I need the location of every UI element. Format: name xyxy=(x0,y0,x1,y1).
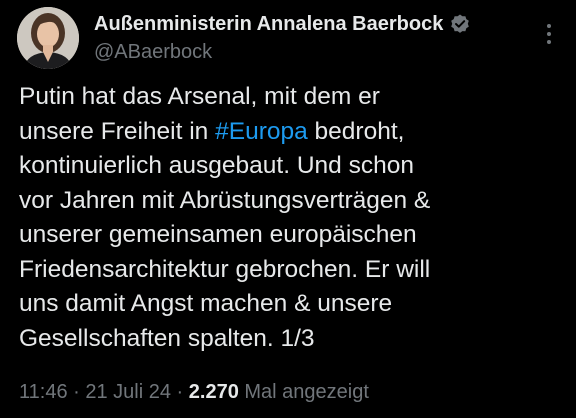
tweet-text-line: vor Jahren mit Abrüstungsverträgen & xyxy=(19,184,539,219)
tweet-text-line: unsere Freiheit in #Europa bedroht, xyxy=(19,115,539,150)
tweet-text-segment: kontinuierlich ausgebaut. Und schon xyxy=(19,152,414,179)
author-header: Außenministerin Annalena Baerbock @ABaer… xyxy=(94,10,471,64)
display-name[interactable]: Außenministerin Annalena Baerbock xyxy=(94,13,443,36)
hashtag-link[interactable]: #Europa xyxy=(215,118,308,145)
handle[interactable]: @ABaerbock xyxy=(94,41,471,64)
separator: · xyxy=(67,381,86,403)
tweet: Außenministerin Annalena Baerbock @ABaer… xyxy=(0,0,576,418)
tweet-text-segment: vor Jahren mit Abrüstungsverträgen & xyxy=(19,186,431,214)
tweet-text-segment: Gesellschaften spalten. 1/3 xyxy=(19,324,315,352)
separator: · xyxy=(170,381,189,403)
tweet-text-line: unserer gemeinsamen europäischen xyxy=(19,218,539,253)
date[interactable]: 21 Juli 24 xyxy=(85,381,171,403)
timestamp[interactable]: 11:46 xyxy=(19,381,68,403)
display-name-row: Außenministerin Annalena Baerbock xyxy=(94,10,471,38)
tweet-text-segment: bedroht, xyxy=(307,117,405,145)
tweet-text-line: kontinuierlich ausgebaut. Und schon xyxy=(19,149,539,184)
tweet-text-line: Putin hat das Arsenal, mit dem er xyxy=(19,80,539,115)
views-count: 2.270 xyxy=(188,381,239,403)
tweet-text: Putin hat das Arsenal, mit dem er unsere … xyxy=(19,80,539,356)
more-vertical-icon[interactable] xyxy=(546,24,552,46)
tweet-text-segment: uns damit Angst machen & unsere xyxy=(19,290,393,317)
views-label: Mal angezeigt xyxy=(238,381,369,403)
tweet-text-segment: Putin hat das Arsenal, mit dem er xyxy=(19,83,380,110)
tweet-text-segment: unsere Freiheit in xyxy=(19,117,216,145)
tweet-text-line: Gesellschaften spalten. 1/3 xyxy=(19,322,539,357)
tweet-text-segment: Friedensarchitektur gebrochen. Er will xyxy=(19,255,431,283)
tweet-text-line: Friedensarchitektur gebrochen. Er will xyxy=(19,253,539,288)
tweet-text-line: uns damit Angst machen & unsere xyxy=(19,287,539,322)
tweet-meta: 11:46 · 21 Juli 24 · 2.270 Mal angezeigt xyxy=(19,381,369,404)
tweet-text-segment: unserer gemeinsamen europäischen xyxy=(19,221,417,248)
avatar[interactable] xyxy=(17,7,79,69)
verified-badge-icon[interactable] xyxy=(449,13,471,35)
